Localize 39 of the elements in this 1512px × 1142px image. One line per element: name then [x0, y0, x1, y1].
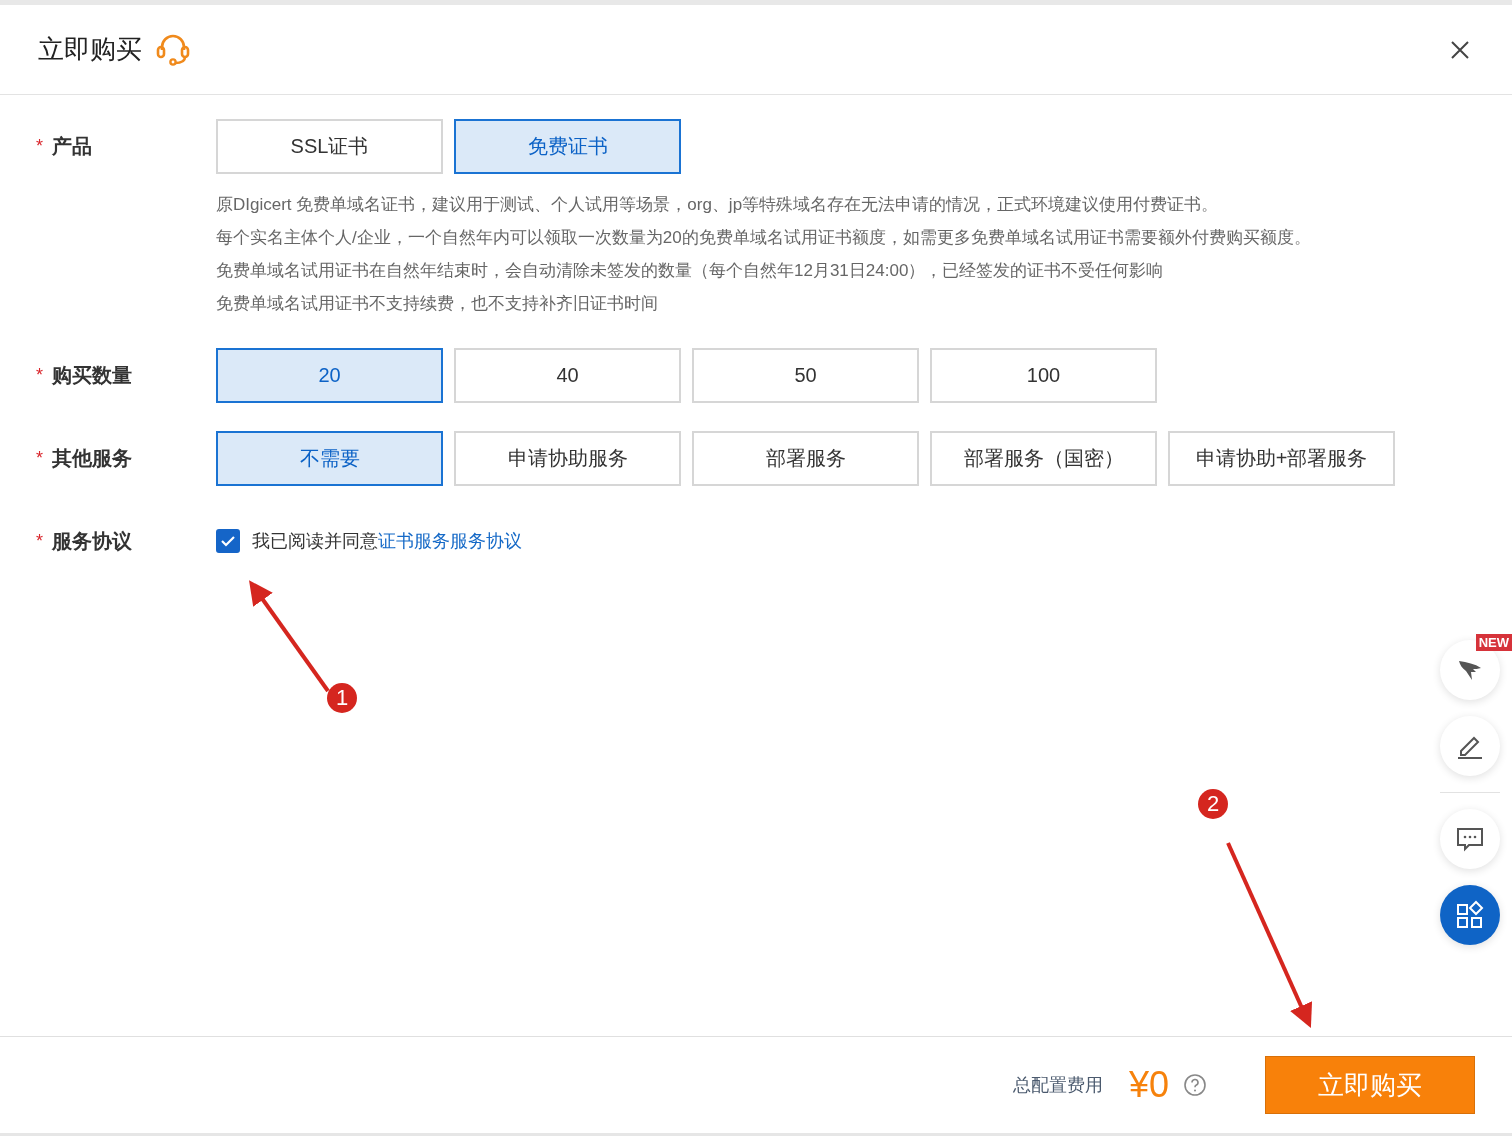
option-button[interactable]: 40: [454, 348, 681, 403]
checkbox[interactable]: [216, 529, 240, 553]
option-button[interactable]: 免费证书: [454, 119, 681, 174]
headset-icon: [156, 33, 190, 66]
note-text: 原DIgicert 免费单域名证书，建议用于测试、个人试用等场景，org、jp等特殊域名存在无法申请的情况，正式环境建议使用付费证书。: [216, 194, 1220, 216]
price-text: ¥0: [1128, 1064, 1169, 1106]
new-badge: NEW: [1475, 634, 1512, 651]
chat-button[interactable]: [1440, 809, 1500, 869]
step-number: 2: [1198, 789, 1228, 819]
agreement-text: 我已阅读并同意证书服务服务协议: [252, 530, 522, 553]
option-button[interactable]: SSL证书: [216, 119, 443, 174]
field-label: 产品: [52, 133, 92, 159]
field-label: 服务协议: [52, 528, 132, 554]
edit-button[interactable]: [1440, 716, 1500, 776]
required-asterisk: *: [36, 135, 44, 157]
option-button[interactable]: 不需要: [216, 431, 443, 486]
required-asterisk: *: [36, 530, 44, 552]
cost-label: 总配置费用: [1012, 1074, 1103, 1097]
required-asterisk: *: [36, 447, 44, 469]
apps-button[interactable]: [1440, 885, 1500, 945]
note-text: 免费单域名试用证书在自然年结束时，会自动清除未签发的数量（每个自然年12月31日24:00），已经签发的证书不受任何影响: [216, 260, 1165, 282]
required-asterisk: *: [36, 364, 44, 386]
option-button[interactable]: 申请协助+部署服务: [1168, 431, 1395, 486]
agreement-link[interactable]: 证书服务服务协议: [378, 531, 522, 551]
help-icon: [1183, 1073, 1207, 1097]
check-icon: [220, 533, 236, 549]
note-text: 每个实名主体个人/企业，一个自然年内可以领取一次数量为20的免费单域名试用证书额度，如需更多免费单域名试用证书需要额外付费购买额度。: [216, 227, 1311, 249]
step-number: 1: [327, 683, 357, 713]
note-text: 免费单域名试用证书不支持续费，也不支持补齐旧证书时间: [216, 293, 659, 315]
apps-icon: [1455, 900, 1485, 930]
option-button[interactable]: 申请协助服务: [454, 431, 681, 486]
option-button[interactable]: 20: [216, 348, 443, 403]
option-button[interactable]: 部署服务: [692, 431, 919, 486]
option-button[interactable]: 100: [930, 348, 1157, 403]
field-label: 购买数量: [52, 362, 132, 388]
field-label: 其他服务: [52, 445, 132, 471]
option-button[interactable]: 50: [692, 348, 919, 403]
option-button[interactable]: 部署服务（国密）: [930, 431, 1157, 486]
dialog-title: 立即购买: [38, 33, 142, 66]
